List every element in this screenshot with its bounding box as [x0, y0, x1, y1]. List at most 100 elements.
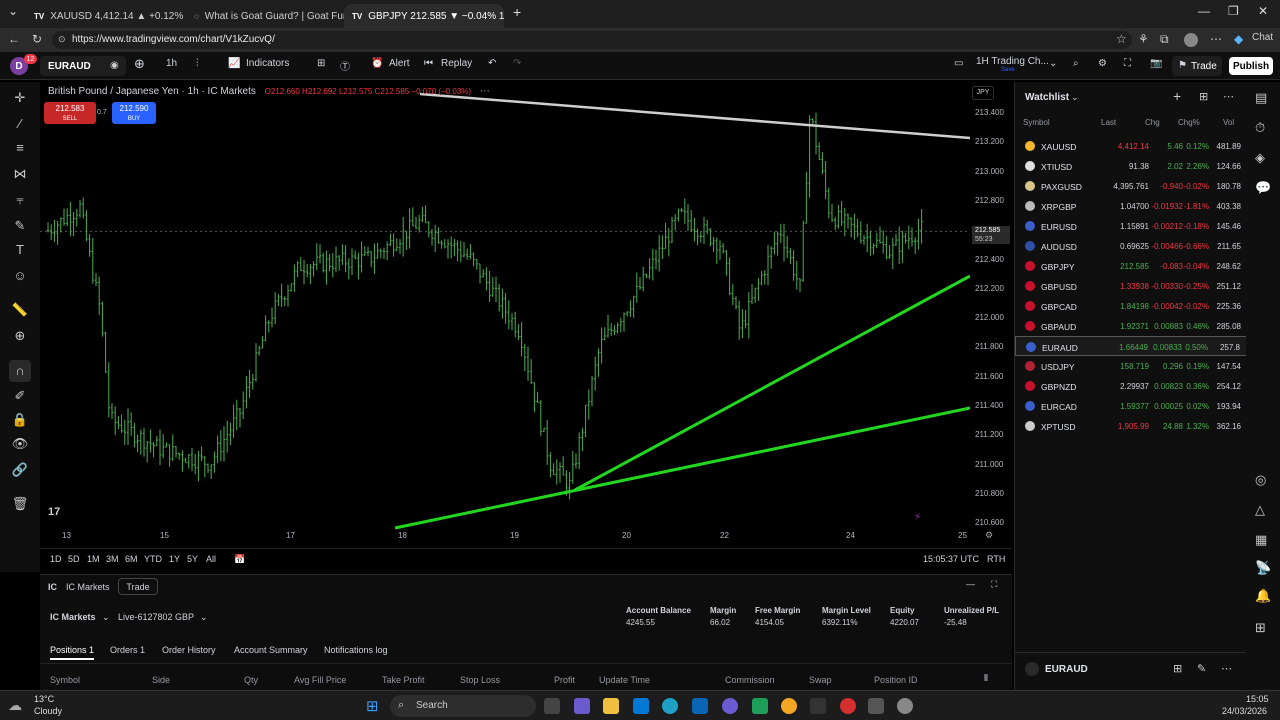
indicators-icon[interactable]: 📈: [228, 58, 240, 69]
layout-icon[interactable]: ▭: [954, 58, 963, 69]
maximize-panel-icon[interactable]: ⛶: [991, 579, 997, 590]
whatsapp-icon[interactable]: [752, 698, 768, 714]
utc-clock[interactable]: 15:05:37 UTC: [923, 554, 979, 564]
chart-canvas[interactable]: [40, 82, 970, 546]
file-explorer-icon[interactable]: [603, 698, 619, 714]
watchlist-row[interactable]: GBPJPY 212.585 -0.083 -0.04% 248.62: [1015, 256, 1247, 276]
compare-symbol-icon[interactable]: ⊕: [134, 56, 145, 72]
taskbar-date[interactable]: 24/03/2026: [1222, 706, 1267, 716]
publish-button[interactable]: Publish: [1229, 57, 1273, 75]
broker-chevron-icon[interactable]: ⌄: [102, 612, 110, 623]
watchlist-row[interactable]: GBPCAD 1.84198 -0.00042 -0.02% 225.36: [1015, 296, 1247, 316]
range-5y[interactable]: 5Y: [187, 554, 198, 564]
watchlist-row[interactable]: PAXGUSD 4,395.761 -0.940 -0.02% 180.78: [1015, 176, 1247, 196]
watchlist-row[interactable]: USDJPY 158.719 0.296 0.19% 147.54: [1015, 356, 1247, 376]
col-side[interactable]: Side: [152, 675, 170, 685]
browser-tab-xauusd[interactable]: TVXAUUSD 4,412.14 ▲ +0.12% 1H Tr×: [26, 4, 186, 28]
signals-icon[interactable]: 📡: [1255, 560, 1271, 576]
wl-header-symbol[interactable]: Symbol: [1023, 118, 1050, 127]
undo-icon[interactable]: ↶: [488, 58, 496, 69]
watchlist-row[interactable]: XPTUSD 1,905.99 24.88 1.32% 362.16: [1015, 416, 1247, 436]
lightning-icon[interactable]: ⚡: [914, 512, 921, 523]
price-chart[interactable]: British Pound / Japanese Yen · 1h · IC M…: [40, 82, 970, 546]
col-commission[interactable]: Commission: [725, 675, 775, 685]
crosshair-icon[interactable]: ✛: [11, 90, 29, 106]
fib-tool-icon[interactable]: ≡: [11, 140, 29, 155]
edge-icon[interactable]: [662, 698, 678, 714]
bar-style-icon[interactable]: ⫶: [196, 58, 199, 69]
range-3m[interactable]: 3M: [106, 554, 119, 564]
settings-icon[interactable]: ⚙: [1098, 58, 1107, 69]
lock-icon[interactable]: 🔒: [11, 412, 29, 428]
account-selector[interactable]: Live-6127802 GBP: [118, 612, 194, 622]
session-button[interactable]: RTH: [987, 554, 1005, 564]
layouts-icon[interactable]: ⊞: [317, 58, 325, 69]
weather-desc[interactable]: Cloudy: [34, 706, 62, 716]
chat-label[interactable]: Chat: [1252, 32, 1273, 43]
link-icon[interactable]: 🔗: [11, 462, 29, 478]
watchlist-row[interactable]: EURAUD 1.66449 0.00833 0.50% 257.8: [1015, 336, 1247, 356]
browser-menu-icon[interactable]: ⋯: [1210, 32, 1222, 46]
alert-icon[interactable]: ⏰: [371, 58, 383, 69]
symbol-search[interactable]: EURAUD ◉: [40, 56, 126, 76]
pattern-tool-icon[interactable]: ⋈: [11, 166, 29, 182]
tab-orders[interactable]: Orders 1: [110, 645, 145, 655]
taskbar-search[interactable]: ⌕ Search: [390, 695, 536, 717]
add-symbol-icon[interactable]: +: [1173, 88, 1181, 104]
range-6m[interactable]: 6M: [125, 554, 138, 564]
close-window-icon[interactable]: ✕: [1258, 4, 1268, 18]
range-1d[interactable]: 1D: [50, 554, 62, 564]
compass-icon[interactable]: ◎: [1255, 472, 1266, 488]
watchlist-row[interactable]: EURUSD 1.15891 -0.00212 -0.18% 145.46: [1015, 216, 1247, 236]
tab-account-summary[interactable]: Account Summary: [234, 645, 308, 655]
advanced-view-icon[interactable]: ⊞: [1199, 90, 1208, 103]
app-icon[interactable]: [810, 698, 826, 714]
account-chevron-icon[interactable]: ⌄: [200, 612, 208, 623]
watchlist-more-icon[interactable]: ⋯: [1223, 90, 1234, 103]
outlook-icon[interactable]: [692, 698, 708, 714]
opera-icon[interactable]: [840, 698, 856, 714]
trash-icon[interactable]: 🗑: [11, 496, 29, 512]
legend-more-icon[interactable]: ⋯: [480, 86, 490, 97]
footer-more-icon[interactable]: ⋯: [1221, 662, 1232, 675]
date-range-icon[interactable]: 📅: [234, 554, 245, 565]
refresh-icon[interactable]: ↻: [32, 32, 42, 46]
stay-drawing-icon[interactable]: ✐: [11, 388, 29, 404]
col-take-profit[interactable]: Take Profit: [382, 675, 425, 685]
watchlist-row[interactable]: EURCAD 1.59377 0.00025 0.02% 193.94: [1015, 396, 1247, 416]
site-info-icon[interactable]: ⊙: [58, 34, 66, 45]
col-qty[interactable]: Qty: [244, 675, 258, 685]
trade-button[interactable]: ⚑ Trade: [1172, 56, 1222, 76]
windows-start-icon[interactable]: ⊞: [366, 697, 379, 715]
watchlist-row[interactable]: GBPUSD 1.33938 -0.00330 -0.25% 251.12: [1015, 276, 1247, 296]
layout-name[interactable]: 1H Trading Ch...: [976, 56, 1049, 67]
brush-tool-icon[interactable]: ✎: [11, 218, 29, 234]
replay-button[interactable]: Replay: [441, 58, 472, 69]
browser-tab-gbpjpy[interactable]: TVGBPJPY 212.585 ▼ −0.04% 1H Trad×: [344, 4, 504, 28]
magnet-icon[interactable]: ∩: [9, 360, 31, 382]
trendline-tool-icon[interactable]: ⁄: [11, 116, 29, 131]
column-settings-icon[interactable]: ⦀: [984, 673, 988, 684]
copilot-taskbar-icon[interactable]: [574, 698, 590, 714]
col-update-time[interactable]: Update Time: [599, 675, 650, 685]
terminal-icon[interactable]: [868, 698, 884, 714]
watchlist-row[interactable]: GBPNZD 2.29937 0.00823 0.36% 254.12: [1015, 376, 1247, 396]
layers-icon[interactable]: ◈: [1255, 150, 1265, 166]
maximize-icon[interactable]: ❐: [1228, 4, 1239, 18]
taskbar-time[interactable]: 15:05: [1246, 694, 1269, 704]
wl-header-chgp[interactable]: Chg%: [1178, 118, 1200, 127]
apps-grid-icon[interactable]: ⊞: [1255, 620, 1266, 636]
prediction-tool-icon[interactable]: ⫧: [11, 192, 29, 208]
footer-symbol[interactable]: EURAUD: [1045, 664, 1088, 675]
profile-avatar[interactable]: [1184, 33, 1198, 47]
favorite-icon[interactable]: ☆: [1116, 32, 1127, 46]
alerts-clock-icon[interactable]: ⏱: [1255, 120, 1265, 136]
col-avg-fill-price[interactable]: Avg Fill Price: [294, 675, 346, 685]
wl-header-chg[interactable]: Chg: [1145, 118, 1160, 127]
text-tool-icon[interactable]: T: [11, 242, 29, 257]
tab-notifications-log[interactable]: Notifications log: [324, 645, 388, 655]
col-stop-loss[interactable]: Stop Loss: [460, 675, 500, 685]
icon-tool-icon[interactable]: ☺: [11, 268, 29, 283]
watchlist-chevron-icon[interactable]: ⌄: [1071, 92, 1079, 103]
col-profit[interactable]: Profit: [554, 675, 575, 685]
